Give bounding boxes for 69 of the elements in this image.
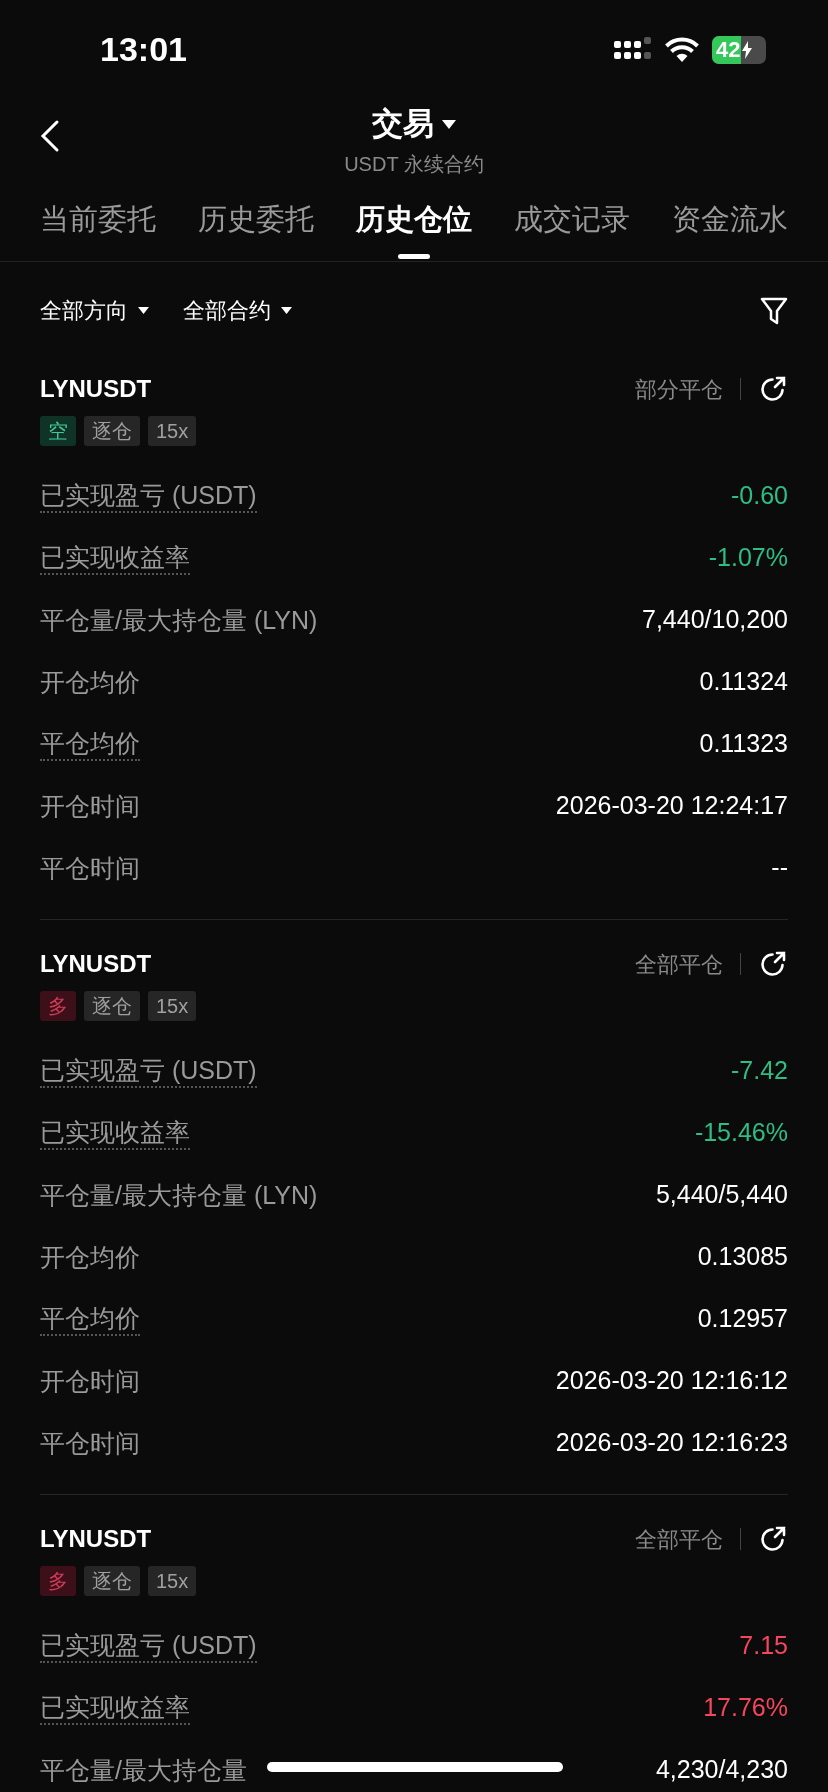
field-value: 4,230/4,230: [655, 1754, 788, 1786]
symbol-name: LYNUSDT: [40, 949, 152, 979]
field-label: 开仓时间: [40, 791, 140, 822]
field-label[interactable]: 已实现收益率: [40, 1691, 190, 1725]
filter-dropdown[interactable]: 全部合约: [183, 294, 292, 327]
field-value: 17.76%: [703, 1692, 788, 1724]
status-time: 13:01: [100, 29, 187, 70]
side-tag: 多: [40, 1566, 76, 1596]
field-value: --: [771, 852, 788, 884]
field-label[interactable]: 已实现盈亏 (USDT): [40, 1629, 257, 1663]
field-value: 0.13085: [697, 1241, 788, 1273]
close-status: 全部平仓: [635, 950, 723, 979]
side-tag: 空: [40, 416, 76, 446]
field-value: 2026-03-20 12:16:12: [555, 1365, 788, 1397]
symbol-name: LYNUSDT: [40, 1524, 152, 1554]
field-value: 2026-03-20 12:24:17: [555, 790, 788, 822]
leverage-tag: 15x: [148, 1566, 197, 1596]
field-value: -0.60: [731, 480, 788, 512]
margin-tag: 逐仓: [84, 1566, 140, 1596]
field-label: 平仓量/最大持仓量: [40, 1755, 247, 1786]
filter-icon[interactable]: [760, 295, 788, 326]
close-status: 全部平仓: [635, 1525, 723, 1554]
caret-icon[interactable]: [138, 307, 149, 314]
field-label[interactable]: 已实现盈亏 (USDT): [40, 479, 257, 513]
margin-tag: 逐仓: [84, 416, 140, 446]
field-label: 平仓量/最大持仓量 (LYN): [40, 605, 318, 636]
close-status: 部分平仓: [635, 375, 723, 404]
tab[interactable]: 历史委托: [198, 199, 314, 259]
tab[interactable]: 当前委托: [40, 199, 156, 259]
tab[interactable]: 成交记录: [514, 199, 630, 259]
field-value: 0.11323: [699, 728, 788, 760]
back-icon[interactable]: [40, 119, 60, 153]
field-value: 0.12957: [697, 1303, 788, 1335]
field-label: 开仓均价: [40, 667, 140, 698]
field-value: -1.07%: [708, 542, 788, 574]
filter-dropdown[interactable]: 全部方向: [40, 294, 149, 327]
page-subtitle: USDT 永续合约: [344, 152, 484, 178]
field-value: -7.42: [731, 1055, 788, 1087]
field-value: 0.11324: [699, 666, 788, 698]
battery-level: 42: [712, 35, 742, 64]
page-title[interactable]: 交易: [372, 100, 434, 148]
field-value: 2026-03-20 12:16:23: [555, 1427, 788, 1459]
leverage-tag: 15x: [148, 416, 197, 446]
field-label: 开仓均价: [40, 1242, 140, 1273]
caret-icon[interactable]: [281, 307, 292, 314]
field-label[interactable]: 平仓均价: [40, 727, 140, 761]
field-label: 平仓时间: [40, 1428, 140, 1459]
symbol-name: LYNUSDT: [40, 374, 152, 404]
field-value: 7.15: [739, 1630, 788, 1662]
share-icon[interactable]: [758, 374, 788, 404]
field-label[interactable]: 已实现收益率: [40, 1116, 190, 1150]
field-label[interactable]: 已实现盈亏 (USDT): [40, 1054, 257, 1088]
field-label: 开仓时间: [40, 1366, 140, 1397]
field-label[interactable]: 平仓均价: [40, 1302, 140, 1336]
field-value: -15.46%: [694, 1117, 788, 1149]
share-icon[interactable]: [758, 1524, 788, 1554]
field-value: 7,440/10,200: [642, 604, 788, 636]
tab[interactable]: 资金流水: [672, 199, 788, 259]
field-label: 平仓量/最大持仓量 (LYN): [40, 1180, 318, 1211]
field-value: 5,440/5,440: [655, 1179, 788, 1211]
tab[interactable]: 历史仓位: [356, 199, 472, 259]
share-icon[interactable]: [758, 949, 788, 979]
side-tag: 多: [40, 991, 76, 1021]
field-label: 平仓时间: [40, 853, 140, 884]
leverage-tag: 15x: [148, 991, 197, 1021]
margin-tag: 逐仓: [84, 991, 140, 1021]
caret-icon[interactable]: [442, 119, 456, 129]
wifi-icon: [664, 36, 700, 63]
field-label[interactable]: 已实现收益率: [40, 541, 190, 575]
